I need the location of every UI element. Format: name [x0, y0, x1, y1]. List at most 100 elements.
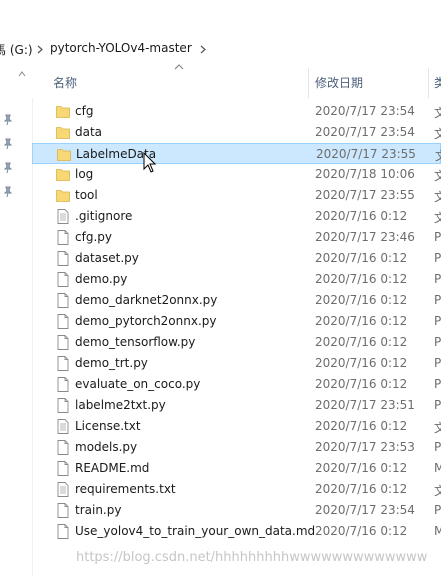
file-row[interactable]: README.md 2020/7/16 0:12 M — [32, 458, 441, 479]
file-name: demo_trt.py — [75, 356, 148, 370]
file-type: P — [434, 335, 441, 349]
file-row[interactable]: log 2020/7/18 10:06 文 — [32, 164, 441, 185]
file-row[interactable]: demo.py 2020/7/16 0:12 P — [32, 269, 441, 290]
file-modified-date: 2020/7/16 0:12 — [315, 251, 408, 265]
mouse-cursor-icon — [143, 152, 157, 173]
watermark-text: https://blog.csdn.net/hhhhhhhhhwwwwwwwww… — [76, 550, 428, 565]
file-type: M — [434, 461, 441, 475]
file-modified-date: 2020/7/16 0:12 — [315, 335, 408, 349]
file-modified-date: 2020/7/16 0:12 — [315, 293, 408, 307]
column-divider[interactable] — [428, 68, 429, 98]
file-icon — [57, 335, 69, 350]
file-row[interactable]: tool 2020/7/17 23:55 文 — [32, 185, 441, 206]
file-icon — [57, 251, 69, 266]
chevron-right-icon[interactable] — [200, 45, 206, 54]
file-type: P — [434, 251, 441, 265]
breadcrumb-folder[interactable]: pytorch-YOLOv4-master — [50, 41, 192, 55]
pin-icon[interactable] — [3, 186, 13, 198]
file-modified-date: 2020/7/17 23:55 — [315, 188, 415, 202]
file-name: models.py — [75, 440, 138, 454]
file-row[interactable]: demo_pytorch2onnx.py 2020/7/16 0:12 P — [32, 311, 441, 332]
file-name: cfg.py — [75, 230, 112, 244]
navigation-pane — [0, 62, 33, 576]
chevron-right-icon[interactable] — [37, 45, 43, 54]
file-icon — [57, 440, 69, 455]
sort-ascending-icon[interactable] — [174, 64, 184, 70]
file-row[interactable]: demo_tensorflow.py 2020/7/16 0:12 P — [32, 332, 441, 353]
file-modified-date: 2020/7/17 23:55 — [316, 147, 416, 161]
file-row[interactable]: models.py 2020/7/17 23:53 P — [32, 437, 441, 458]
file-name: demo.py — [75, 272, 128, 286]
file-type: P — [434, 314, 441, 328]
file-row[interactable]: dataset.py 2020/7/16 0:12 P — [32, 248, 441, 269]
file-icon — [57, 377, 69, 392]
file-modified-date: 2020/7/16 0:12 — [315, 356, 408, 370]
pin-icon[interactable] — [3, 138, 13, 150]
file-name: .gitignore — [75, 209, 133, 223]
column-header-row: 名称 修改日期 类 — [32, 62, 441, 98]
file-modified-date: 2020/7/16 0:12 — [315, 209, 408, 223]
file-row[interactable]: cfg.py 2020/7/17 23:46 P — [32, 227, 441, 248]
text-file-icon — [57, 209, 69, 224]
file-modified-date: 2020/7/18 10:06 — [315, 167, 415, 181]
file-modified-date: 2020/7/16 0:12 — [315, 272, 408, 286]
column-type-header[interactable]: 类 — [434, 74, 441, 91]
file-type: 文 — [434, 169, 441, 183]
file-name: demo_tensorflow.py — [75, 335, 196, 349]
file-name: data — [75, 125, 103, 139]
breadcrumb-drive[interactable]: 馬 (G:) — [0, 41, 33, 58]
file-modified-date: 2020/7/17 23:53 — [315, 440, 415, 454]
file-name: README.md — [75, 461, 150, 475]
file-name: tool — [75, 188, 98, 202]
folder-icon — [56, 169, 70, 181]
breadcrumb-drive-label: (G:) — [9, 43, 33, 57]
file-modified-date: 2020/7/17 23:54 — [315, 125, 415, 139]
column-divider[interactable] — [308, 68, 309, 98]
file-modified-date: 2020/7/16 0:12 — [315, 461, 408, 475]
pin-icon[interactable] — [3, 114, 13, 126]
text-file-icon — [57, 419, 69, 434]
file-row[interactable]: Use_yolov4_to_train_your_own_data.md 2020… — [32, 521, 441, 542]
file-row[interactable]: data 2020/7/17 23:54 文 — [32, 122, 441, 143]
column-modified-header[interactable]: 修改日期 — [315, 74, 363, 91]
column-name-header[interactable]: 名称 — [53, 74, 77, 91]
file-row[interactable]: License.txt 2020/7/16 0:12 文 — [32, 416, 441, 437]
file-icon — [57, 398, 69, 413]
file-row[interactable]: .gitignore 2020/7/16 0:12 文 — [32, 206, 441, 227]
file-row[interactable]: demo_trt.py 2020/7/16 0:12 P — [32, 353, 441, 374]
file-type: P — [434, 356, 441, 370]
file-icon — [57, 293, 69, 308]
folder-icon — [56, 106, 70, 118]
file-type: M — [434, 524, 441, 538]
file-row[interactable]: cfg 2020/7/17 23:54 文 — [32, 101, 441, 122]
file-type: 文 — [434, 211, 441, 225]
address-bar[interactable]: 馬 (G:) pytorch-YOLOv4-master — [0, 36, 441, 63]
file-icon — [57, 461, 69, 476]
file-type: P — [434, 272, 441, 286]
file-modified-date: 2020/7/17 23:54 — [315, 104, 415, 118]
file-modified-date: 2020/7/16 0:12 — [315, 524, 408, 538]
file-row[interactable]: labelme2txt.py 2020/7/17 23:51 P — [32, 395, 441, 416]
file-type: P — [434, 398, 441, 412]
file-modified-date: 2020/7/16 0:12 — [315, 377, 408, 391]
file-icon — [57, 524, 69, 539]
file-name: License.txt — [75, 419, 141, 433]
file-modified-date: 2020/7/17 23:51 — [315, 398, 415, 412]
file-type: P — [434, 440, 441, 454]
pin-icon[interactable] — [3, 162, 13, 174]
file-row[interactable]: train.py 2020/7/17 23:54 P — [32, 500, 441, 521]
file-row[interactable]: evaluate_on_coco.py 2020/7/16 0:12 P — [32, 374, 441, 395]
file-type: 文 — [434, 106, 441, 120]
file-type: P — [434, 377, 441, 391]
file-name: cfg — [75, 104, 94, 118]
file-row[interactable]: demo_darknet2onnx.py 2020/7/16 0:12 P — [32, 290, 441, 311]
file-type: 文 — [435, 147, 441, 164]
file-name: requirements.txt — [75, 482, 176, 496]
file-row[interactable]: LabelmeData2020/7/17 23:55文 — [32, 143, 441, 164]
file-name: Use_yolov4_to_train_your_own_data.md — [75, 524, 316, 538]
file-icon — [57, 272, 69, 287]
text-file-icon — [57, 482, 69, 497]
file-type: 文 — [434, 484, 441, 498]
breadcrumb-drive-prefix: 馬 — [0, 43, 7, 57]
file-row[interactable]: requirements.txt 2020/7/16 0:12 文 — [32, 479, 441, 500]
